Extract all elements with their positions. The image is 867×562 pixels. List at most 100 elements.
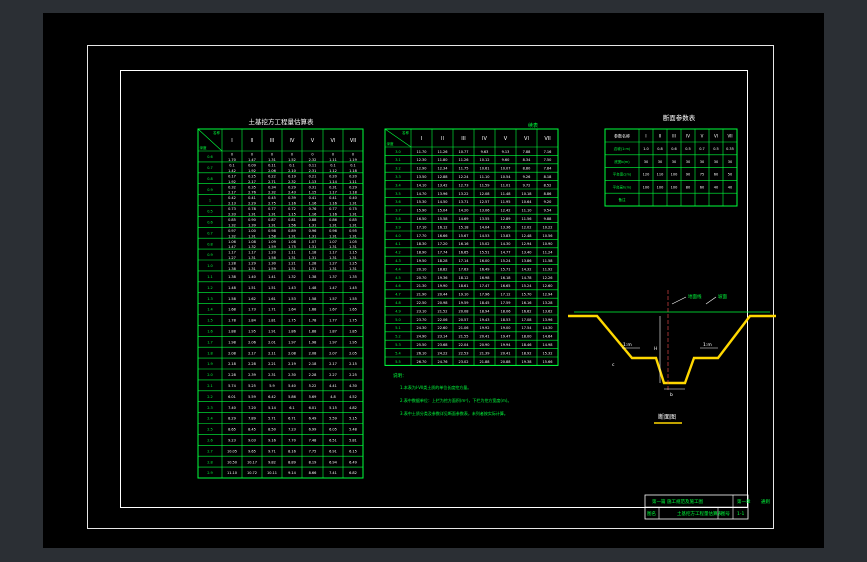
table2-cell: 7.50	[544, 158, 552, 162]
leader-ground	[671, 296, 687, 305]
table2-cell: 15.70	[521, 293, 531, 297]
table1-cell-lower: 2.29	[248, 202, 256, 206]
table2-cell: 11.24	[542, 251, 553, 255]
table2-cell: 11.59	[479, 183, 489, 187]
table1-header-cell: IV	[290, 138, 295, 144]
table1-cell: 1.11	[288, 251, 296, 255]
table2-cell: 4.1	[395, 242, 401, 246]
table1-cell: 8.66	[309, 471, 317, 475]
table1-cell: 1.58	[228, 297, 236, 301]
table1-cell: 6.82	[349, 471, 357, 475]
table2-corner-bottom: 深度	[387, 141, 395, 146]
table2-cell: 18.90	[416, 251, 426, 255]
table1-cell-lower: 2.71	[268, 180, 276, 184]
table2-cell: 10.90	[542, 242, 552, 246]
table1-cell: 11.10	[227, 471, 237, 475]
table2-cell: 16.50	[416, 217, 426, 221]
table1-cell-lower: 1.70	[228, 158, 236, 162]
table1-cell: 1.21	[288, 262, 296, 266]
table1-cell: 0.89	[288, 229, 296, 233]
table1-cell-lower: 1.31	[288, 256, 296, 260]
table1-cell: 2.30	[288, 373, 296, 377]
table2-cell: 3.9	[395, 225, 401, 229]
table2-cell: 11.92	[542, 267, 552, 271]
table1-cell: 6.94	[329, 460, 338, 464]
table2-cell: 24.76	[437, 360, 447, 364]
table1-cell: 0.45	[268, 196, 276, 200]
table2-cell: 23.02	[458, 360, 468, 364]
table2-cell: 8.18	[544, 175, 552, 179]
table2-cell: 14.78	[521, 276, 531, 280]
table2-cell: 16.66	[437, 234, 447, 238]
table1-cell-lower: 1.47	[248, 158, 256, 162]
table1-cell: 1.8	[207, 351, 213, 355]
table3-cell: 50	[728, 173, 732, 177]
table2-cell: 4.6	[395, 284, 401, 288]
table1-cell: 2.28	[309, 373, 317, 377]
table1-cell: 5.59	[248, 395, 256, 399]
table2-cell: 12.73	[458, 183, 468, 187]
table1-cell: 1.08	[248, 240, 256, 244]
table2-cell: 22.53	[458, 351, 468, 355]
table3-header-cell: II	[659, 134, 661, 139]
table2-cell: 4.0	[395, 234, 401, 238]
table3-cell: 0.6	[671, 147, 677, 151]
table1-cell: 1.43	[288, 286, 296, 290]
table3-cell: 底宽b(m)	[614, 159, 630, 164]
table2-cell: 14.70	[416, 192, 426, 196]
table1-cell: 0.90	[248, 218, 256, 222]
table1-cell: 0	[332, 153, 334, 157]
table1-cell-lower: 1.31	[288, 234, 296, 238]
table1-cell: 1.20	[268, 251, 276, 255]
table2-cell: 4.8	[395, 301, 401, 305]
table1-cell: 5.22	[309, 384, 317, 388]
table2-cell: 5.5	[395, 360, 401, 364]
table1-cell: 2.08	[309, 351, 317, 355]
table1-cell: 6.42	[268, 395, 276, 399]
table1-cell: 2.8	[207, 460, 213, 464]
table1-cell-lower: 1.31	[309, 223, 317, 227]
table1-header-cell: V	[311, 138, 315, 144]
table2-cell: 16.00	[479, 259, 489, 263]
table1-cell: 0.1	[229, 163, 235, 167]
table1-cell-lower: 1.31	[309, 234, 317, 238]
table1-cell-lower: 2.31	[309, 169, 317, 173]
table1-cell: 1.08	[288, 240, 296, 244]
table1-cell: 0.6	[207, 155, 213, 159]
table1-cell-lower: 1.16	[309, 202, 317, 206]
table1-cell: 0.98	[268, 229, 276, 233]
table1-cell: 0.17	[228, 174, 236, 178]
table2-cell: 10.61	[479, 167, 489, 171]
table2-cell: 17.47	[479, 284, 489, 288]
table1-cell: 1.75	[349, 319, 357, 323]
table1-cell-lower: 1.39	[248, 223, 256, 227]
table1-cell: 1.73	[248, 308, 256, 312]
table1-cell: 8.16	[288, 449, 296, 453]
table1-cell: 1.07	[329, 240, 337, 244]
table1-cell: 0.11	[268, 163, 276, 167]
table1-cell: 0.22	[268, 174, 276, 178]
tb-drawing-label: 图名	[647, 510, 656, 517]
table1-cell: 1.06	[228, 240, 236, 244]
table1-cell: 6.99	[309, 428, 317, 432]
table2-cell: 18.61	[458, 284, 468, 288]
table1-cell: 10.72	[247, 471, 257, 475]
table2-cell: 21.90	[416, 293, 426, 297]
table1-cell: 0.85	[228, 218, 236, 222]
table1-cell: 1.29	[248, 262, 256, 266]
table2-cell: 10.54	[500, 175, 511, 179]
table1-cell: 1.88	[309, 329, 317, 333]
table1-cell-lower: 1.31	[349, 245, 357, 249]
table2-cell: 16.65	[458, 251, 468, 255]
table1-cell-lower: 2.13	[228, 202, 236, 206]
table1-cell: 5.74	[228, 384, 237, 388]
table1-cell-lower: 1.16	[329, 213, 337, 217]
table2-cell: 19.94	[500, 343, 511, 347]
table2-cell: 3.7	[395, 209, 401, 213]
table2-cell: 9.26	[523, 175, 531, 179]
table1-cell-lower: 1.11	[349, 180, 357, 184]
table1-cell: 1.51	[268, 286, 276, 290]
table1-cell: 7.75	[309, 449, 317, 453]
table2-cell: 17.59	[500, 301, 510, 305]
table2-cell: 11.10	[479, 175, 489, 179]
